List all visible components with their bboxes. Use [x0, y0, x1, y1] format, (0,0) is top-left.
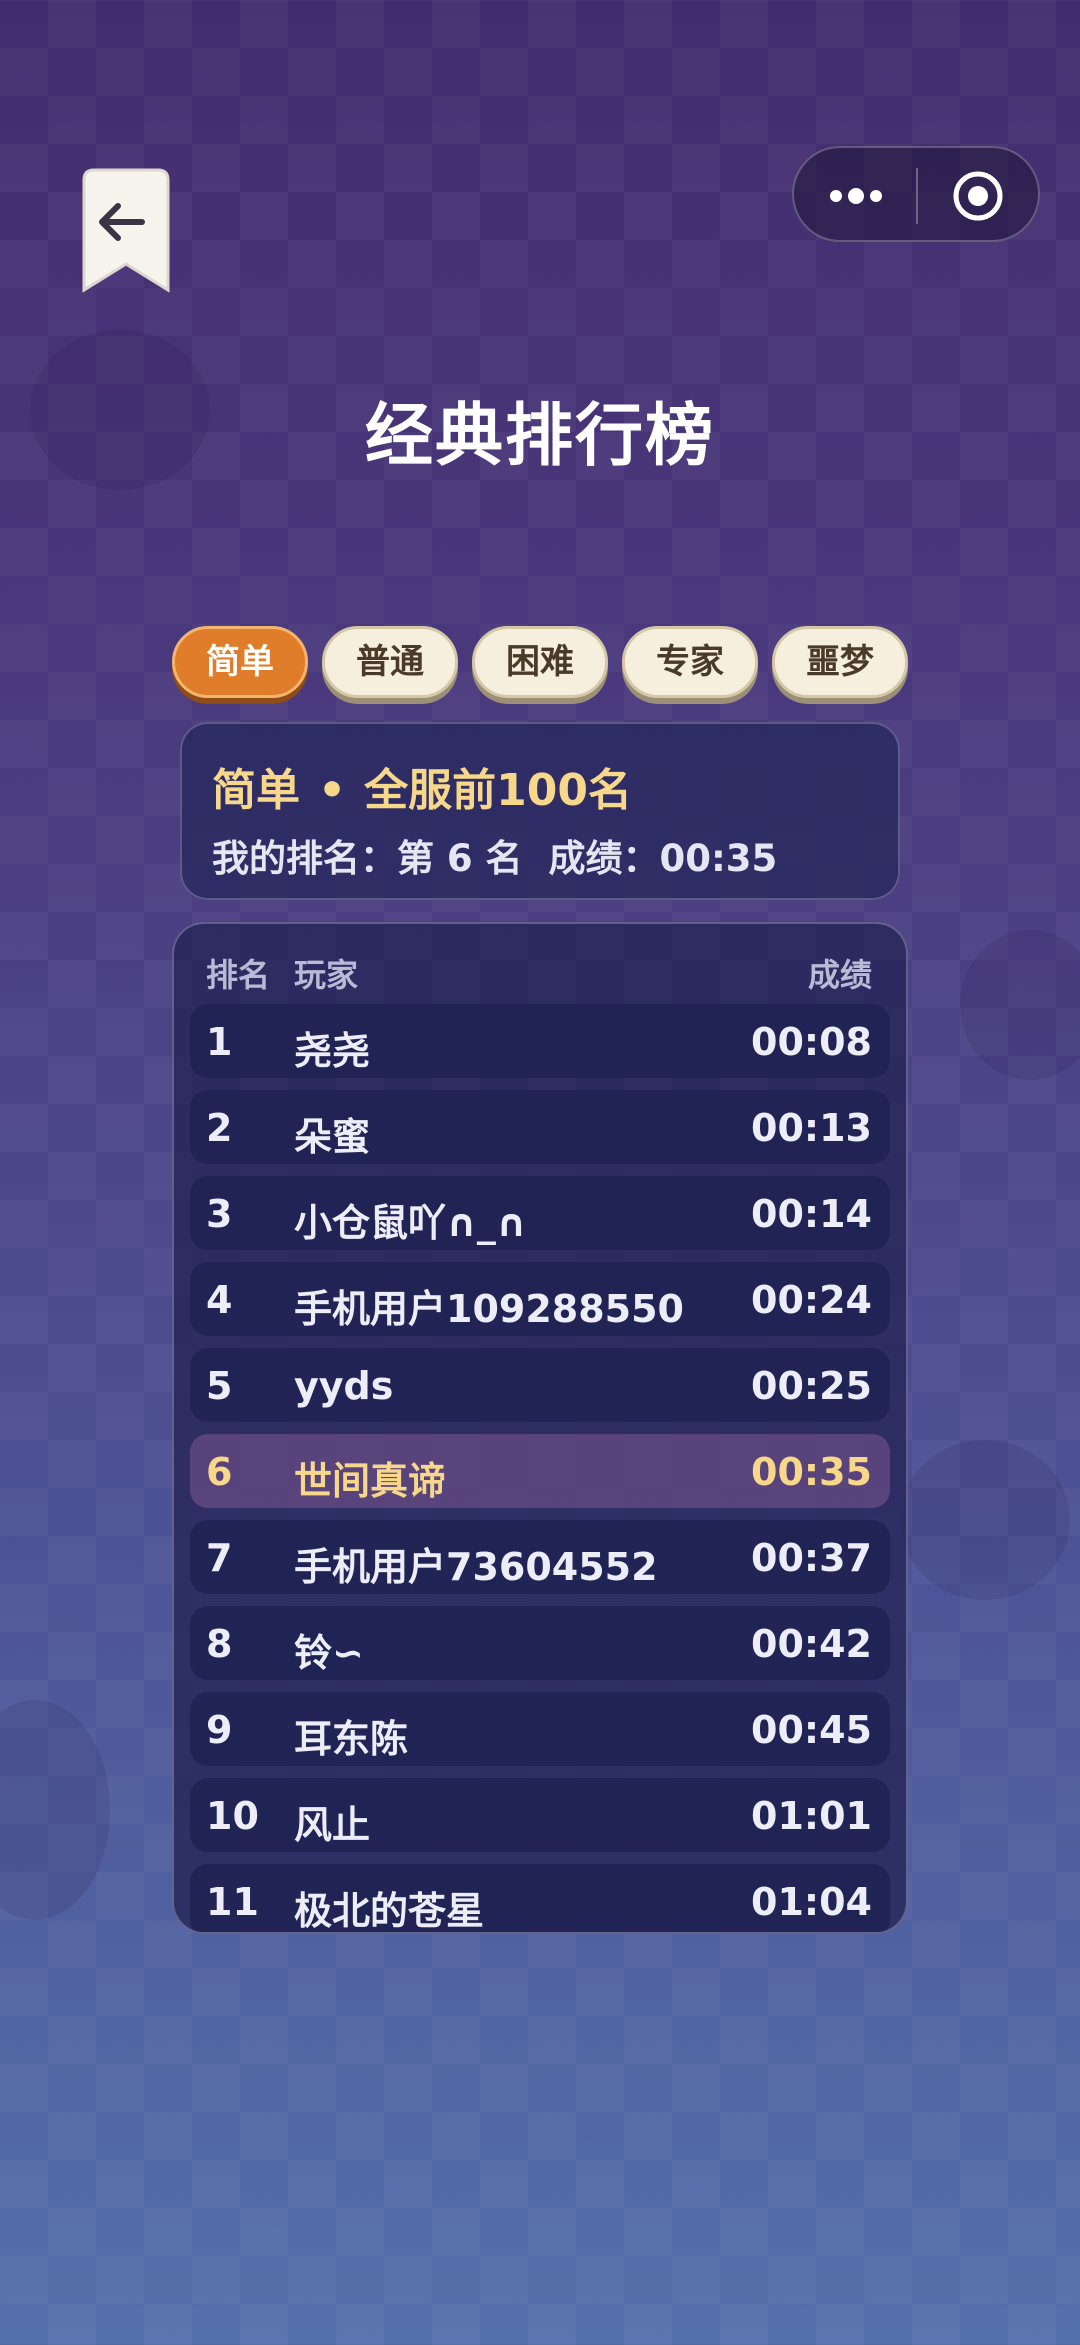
row-score: 00:45 [751, 1708, 872, 1752]
row-player-name: 耳东陈 [294, 1717, 409, 1761]
leaderboard-row: 5 yyds 00:25 [190, 1348, 890, 1422]
leaderboard-row: 1 尧尧 00:08 [190, 1004, 890, 1078]
my-score-value: 00:35 [659, 837, 778, 880]
mini-program-capsule [792, 146, 1040, 242]
row-player-name: 世间真谛 [294, 1459, 447, 1503]
background-decoration [0, 1700, 110, 1920]
row-rank: 3 [206, 1192, 233, 1236]
back-button[interactable] [78, 166, 174, 296]
row-rank: 8 [206, 1622, 233, 1666]
row-player-name: 朵蜜 [294, 1115, 371, 1159]
my-rank-value: 第 6 名 [397, 837, 523, 880]
page-title: 经典排行榜 [364, 397, 715, 476]
row-score: 00:24 [751, 1278, 872, 1322]
row-rank: 1 [206, 1020, 233, 1064]
more-button[interactable] [828, 178, 884, 214]
leaderboard-row: 11 极北的苍星 01:04 [190, 1864, 890, 1933]
column-player-header: 玩家 [294, 956, 359, 994]
tab-normal[interactable]: 普通 [322, 626, 458, 698]
rank-summary-card: 简单 • 全服前100名 我的排名：第 6 名成绩：00:35 [180, 722, 900, 900]
leaderboard-row-current-user: 6 世间真谛 00:35 [190, 1434, 890, 1508]
row-rank: 2 [206, 1106, 233, 1150]
row-score: 00:25 [751, 1364, 872, 1408]
leaderboard-row: 7 手机用户73604552 00:37 [190, 1520, 890, 1594]
row-player-name: 手机用户109288550 [294, 1287, 684, 1331]
capsule-divider [916, 168, 918, 224]
my-rank-label: 我的排名： [212, 837, 397, 880]
row-rank: 7 [206, 1536, 233, 1580]
summary-title: 简单 • 全服前100名 [212, 754, 632, 818]
row-score: 00:42 [751, 1622, 872, 1666]
target-circle-icon [953, 171, 1003, 221]
leaderboard-row: 2 朵蜜 00:13 [190, 1090, 890, 1164]
column-rank-header: 排名 [206, 956, 271, 994]
column-score-header: 成绩 [807, 956, 872, 994]
leaderboard-row: 9 耳东陈 00:45 [190, 1692, 890, 1766]
row-score: 00:13 [751, 1106, 872, 1150]
my-score-label: 成绩： [548, 837, 660, 880]
row-player-name: yyds [294, 1364, 394, 1408]
tab-hard[interactable]: 困难 [472, 626, 608, 698]
row-score: 00:37 [751, 1536, 872, 1580]
row-player-name: 尧尧 [294, 1029, 371, 1073]
leaderboard-panel[interactable]: 排名 玩家 成绩 1 尧尧 00:08 2 朵蜜 00:13 3 小仓鼠吖∩_∩… [172, 922, 908, 1934]
summary-difficulty: 简单 [212, 765, 300, 816]
leaderboard-row: 4 手机用户109288550 00:24 [190, 1262, 890, 1336]
background-decoration [960, 930, 1080, 1080]
row-player-name: 铃∽ [294, 1631, 364, 1675]
close-mini-program-button[interactable] [952, 170, 1004, 222]
background-decoration [900, 1440, 1070, 1600]
row-score: 00:35 [751, 1450, 872, 1494]
row-score: 00:14 [751, 1192, 872, 1236]
row-rank: 4 [206, 1278, 233, 1322]
row-player-name: 小仓鼠吖∩_∩ [294, 1201, 527, 1245]
row-player-name: 极北的苍星 [294, 1889, 485, 1933]
summary-separator: • [318, 765, 347, 816]
tab-nightmare[interactable]: 噩梦 [772, 626, 908, 698]
more-dots-icon [830, 188, 882, 204]
row-score: 01:01 [751, 1794, 872, 1838]
leaderboard-list: 1 尧尧 00:08 2 朵蜜 00:13 3 小仓鼠吖∩_∩ 00:14 4 … [190, 1004, 890, 1933]
row-player-name: 手机用户73604552 [294, 1545, 658, 1589]
leaderboard-row: 10 风止 01:01 [190, 1778, 890, 1852]
summary-scope: 全服前100名 [364, 765, 632, 816]
row-rank: 5 [206, 1364, 233, 1408]
leaderboard-header: 排名 玩家 成绩 [174, 944, 906, 994]
row-score: 01:04 [751, 1880, 872, 1924]
tab-easy[interactable]: 简单 [172, 626, 308, 698]
my-rank-line: 我的排名：第 6 名成绩：00:35 [212, 828, 777, 882]
row-rank: 10 [206, 1794, 259, 1838]
leaderboard-row: 3 小仓鼠吖∩_∩ 00:14 [190, 1176, 890, 1250]
leaderboard-row: 8 铃∽ 00:42 [190, 1606, 890, 1680]
difficulty-tabs: 简单 普通 困难 专家 噩梦 [172, 626, 908, 702]
row-player-name: 风止 [294, 1803, 371, 1847]
row-rank: 11 [206, 1880, 259, 1924]
row-score: 00:08 [751, 1020, 872, 1064]
row-rank: 9 [206, 1708, 233, 1752]
row-rank: 6 [206, 1450, 233, 1494]
back-arrow-icon [82, 168, 170, 293]
tab-expert[interactable]: 专家 [622, 626, 758, 698]
